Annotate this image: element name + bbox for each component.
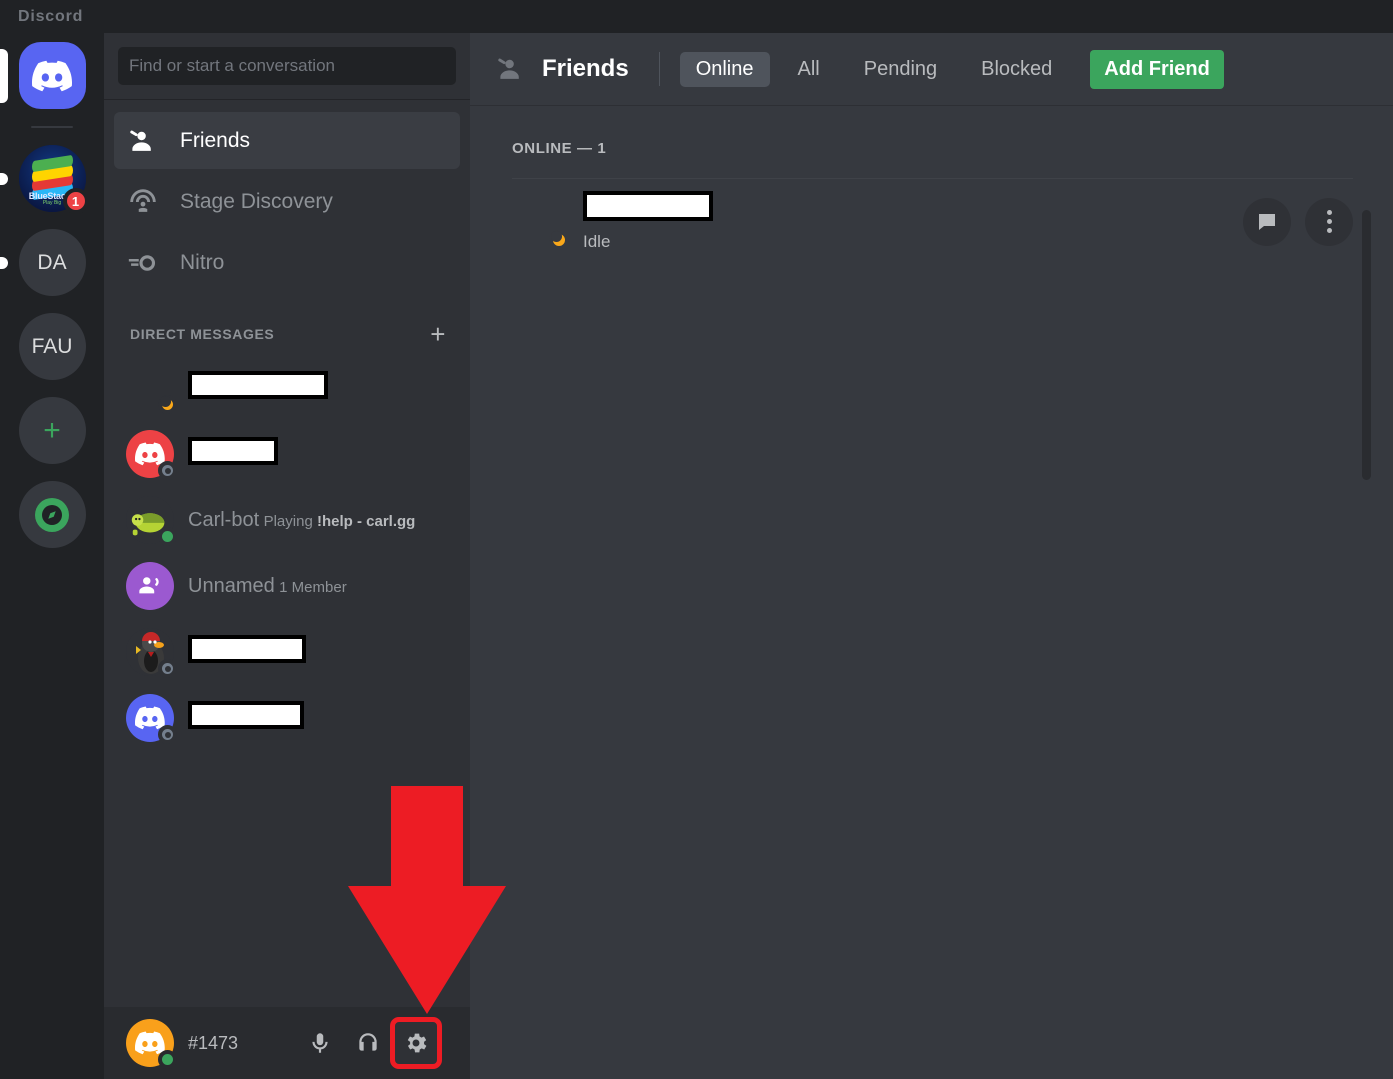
headphones-icon[interactable] — [346, 1021, 390, 1065]
title-bar: Discord — [0, 0, 1393, 33]
page-title: Friends — [542, 55, 629, 82]
status-badge — [158, 527, 177, 546]
sidebar-item-friends[interactable]: Friends — [114, 112, 460, 169]
server-rail: BlueStacks Play Big 1 DA FAU + — [0, 33, 104, 1079]
dm-name: Unnamed — [188, 575, 275, 597]
more-vertical-icon[interactable] — [1305, 197, 1353, 246]
online-count-label: ONLINE — 1 — [512, 140, 607, 157]
avatar — [126, 562, 174, 610]
sidebar-nav-list: Friends Stage Discovery Nitro — [104, 100, 470, 291]
redacted-username — [188, 371, 328, 399]
selected-indicator-pill — [0, 48, 8, 103]
server-rail-item-da[interactable]: DA — [0, 229, 104, 296]
tab-all[interactable]: All — [782, 52, 836, 87]
list-item[interactable] — [114, 685, 460, 751]
tab-online[interactable]: Online — [679, 51, 770, 87]
sidebar-item-label: Friends — [180, 128, 251, 152]
sidebar-item-nitro[interactable]: Nitro — [114, 234, 460, 291]
avatar — [126, 430, 177, 480]
avatar — [126, 364, 177, 414]
user-panel: #1473 — [104, 1007, 470, 1079]
friend-name — [583, 191, 713, 226]
stage-icon — [126, 185, 160, 219]
friends-header: Friends Online All Pending Blocked Add F… — [470, 33, 1393, 106]
dm-list: Carl-bot Playing !help - carl.gg Unnamed… — [104, 355, 470, 751]
rail-divider — [31, 126, 73, 128]
redacted-username — [188, 701, 304, 729]
status-badge — [158, 725, 177, 744]
search-bar-area: Find or start a conversation — [104, 33, 470, 100]
tab-pending[interactable]: Pending — [848, 52, 953, 87]
avatar — [126, 628, 177, 678]
sidebar-item-label: Nitro — [180, 250, 225, 274]
sidebar-item-label: Stage Discovery — [180, 189, 333, 213]
create-dm-button[interactable]: + — [430, 321, 446, 347]
explore-servers-button[interactable] — [0, 481, 104, 548]
dm-name: Carl-bot — [188, 509, 260, 531]
microphone-icon[interactable] — [298, 1021, 342, 1065]
dm-name — [188, 701, 304, 734]
dm-name — [188, 635, 306, 668]
dm-activity: Playing !help - carl.gg — [263, 513, 416, 530]
unread-indicator-dot — [0, 172, 8, 185]
search-input[interactable]: Find or start a conversation — [118, 47, 456, 85]
scrollbar[interactable] — [1362, 210, 1371, 480]
app-title: Discord — [18, 8, 84, 25]
annotation-arrow-down-icon — [348, 786, 506, 1014]
status-badge — [549, 230, 569, 250]
friends-list-area: ONLINE — 1 Idle — [470, 106, 1393, 480]
direct-messages-header: DIRECT MESSAGES + — [104, 295, 470, 355]
avatar — [126, 496, 177, 546]
add-friend-button[interactable]: Add Friend — [1090, 49, 1224, 89]
server-rail-item-bluestacks[interactable]: BlueStacks Play Big 1 — [0, 145, 104, 214]
gear-icon[interactable] — [390, 1017, 442, 1069]
friends-icon — [126, 124, 160, 158]
nitro-icon — [126, 246, 160, 280]
dm-member-count: 1 Member — [279, 579, 347, 596]
tab-blocked[interactable]: Blocked — [965, 52, 1068, 87]
avatar — [512, 194, 569, 250]
dm-name — [188, 371, 328, 404]
list-item[interactable]: Unnamed 1 Member — [114, 553, 460, 619]
redacted-username — [583, 191, 713, 221]
user-discriminator: #1473 — [188, 1032, 239, 1053]
redacted-username — [188, 635, 306, 663]
add-server-button[interactable]: + — [0, 397, 104, 464]
row-actions — [1243, 197, 1353, 246]
divider — [658, 52, 660, 86]
list-item[interactable] — [114, 619, 460, 685]
list-item[interactable]: Carl-bot Playing !help - carl.gg — [114, 487, 460, 553]
sidebar-item-stage-discovery[interactable]: Stage Discovery — [114, 173, 460, 230]
status-badge — [158, 395, 177, 414]
server-rail-item-home[interactable] — [0, 42, 104, 109]
discord-logo-icon — [18, 42, 86, 109]
status-badge — [158, 1050, 177, 1069]
message-icon[interactable] — [1243, 197, 1291, 246]
server-initials-icon: FAU — [18, 313, 86, 380]
list-item[interactable] — [114, 421, 460, 487]
server-initials-icon: DA — [18, 229, 86, 296]
avatar — [126, 694, 177, 744]
direct-messages-label: DIRECT MESSAGES — [130, 326, 275, 342]
status-badge — [158, 659, 177, 678]
plus-icon: + — [18, 397, 86, 464]
unread-badge: 1 — [62, 188, 89, 214]
unread-indicator-dot — [0, 256, 8, 269]
compass-icon — [35, 497, 69, 532]
redacted-username — [188, 437, 278, 465]
main-content: Friends Online All Pending Blocked Add F… — [470, 33, 1393, 1079]
dm-name — [188, 437, 278, 470]
friends-icon — [494, 52, 528, 86]
discord-app-window: Discord BlueStacks Play Big 1 DA FAU + F… — [0, 0, 1393, 1079]
group-avatar-icon — [126, 562, 174, 610]
list-item[interactable] — [114, 355, 460, 421]
table-row[interactable]: Idle — [512, 178, 1353, 260]
server-rail-item-fau[interactable]: FAU — [0, 313, 104, 380]
status-badge — [158, 461, 177, 480]
user-panel-controls — [298, 1017, 460, 1069]
friend-status-text: Idle — [583, 232, 611, 251]
avatar[interactable] — [126, 1019, 177, 1069]
